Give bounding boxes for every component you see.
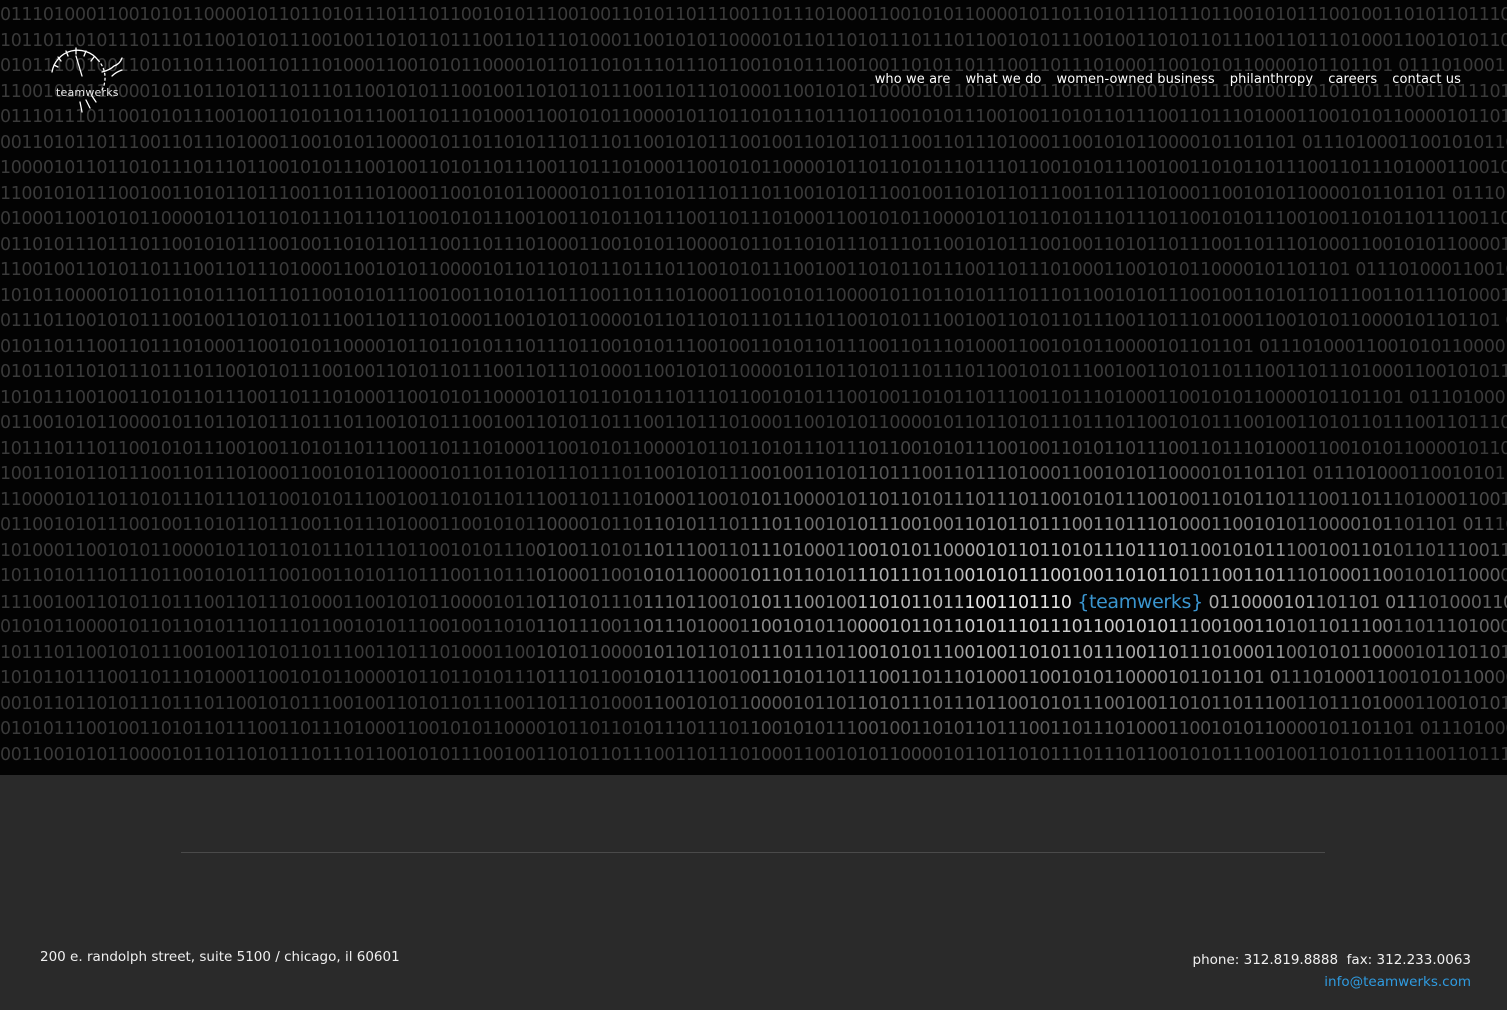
binary-row: 1100001011011010111011101100101011100100… bbox=[0, 489, 1507, 510]
binary-row: 1010110111001101110100011001010110000101… bbox=[0, 668, 1507, 688]
phone-number: phone: 312.819.8888 bbox=[1192, 952, 1339, 968]
footer-address: 200 e. randolph street, suite 5100 / chi… bbox=[40, 949, 400, 965]
main-navigation: who we are what we do women-owned busine… bbox=[875, 72, 1461, 87]
nav-what-we-do[interactable]: what we do bbox=[965, 72, 1041, 87]
binary-row: 0111010001100101011000010110110101110111… bbox=[0, 5, 1507, 25]
binary-row: 0111011001010111001001101011011100110111… bbox=[0, 311, 1507, 331]
phone-fax-line: phone: 312.819.8888 fax: 312.233.0063 bbox=[1193, 949, 1471, 971]
binary-row: 1100101011100100110101101110011011101000… bbox=[0, 183, 1507, 204]
binary-row: 0101011100100110101101110011011101000110… bbox=[0, 719, 1507, 739]
nav-women-owned-business[interactable]: women-owned business bbox=[1056, 72, 1214, 87]
binary-background: 0111010001100101011000010110110101110111… bbox=[0, 0, 1507, 775]
nav-philanthropy[interactable]: philanthropy bbox=[1230, 72, 1313, 87]
binary-row: 1110010011010110111001101110100011001010… bbox=[0, 590, 1507, 613]
binary-row: 1000010110110101110111011001010111001001… bbox=[0, 158, 1507, 178]
footer-contact: phone: 312.819.8888 fax: 312.233.0063 in… bbox=[1193, 949, 1471, 993]
binary-row: 1010110000101101101011101110110010101110… bbox=[0, 285, 1507, 306]
binary-row: 1010111001001101011011100110111010001100… bbox=[0, 387, 1507, 408]
binary-row: 0101011000010110110101110111011001010111… bbox=[0, 617, 1507, 637]
binary-row: 1100100110101101110011011101000110010101… bbox=[0, 260, 1507, 280]
nav-contact-us[interactable]: contact us bbox=[1392, 72, 1461, 87]
binary-row: 0101101110011011101000110010101100001011… bbox=[0, 336, 1507, 357]
brand-word: {teamwerks} bbox=[1071, 590, 1209, 613]
binary-row: 0111011101100101011100100110101101110011… bbox=[0, 107, 1507, 127]
binary-row: 1001101011011100110111010001100101011000… bbox=[0, 464, 1507, 484]
binary-row: 0011010110111001101110100011001010110000… bbox=[0, 132, 1507, 153]
binary-row: 0110101110111011001010111001001101011011… bbox=[0, 234, 1507, 255]
binary-row: 1011011010111011101100101011100100110101… bbox=[0, 30, 1507, 51]
binary-row: 0010110110101110111011001010111001001101… bbox=[0, 693, 1507, 714]
binary-row: 0011001010110000101101101011101110110010… bbox=[0, 744, 1507, 765]
binary-row: 1011101100101011100100110101101110011011… bbox=[0, 642, 1507, 663]
footer-divider bbox=[181, 852, 1325, 853]
nav-careers[interactable]: careers bbox=[1328, 72, 1377, 87]
stopwatch-icon bbox=[51, 47, 123, 113]
binary-row: 1010001100101011000010110110101110111011… bbox=[0, 540, 1507, 561]
binary-row: 0110010101100001011011010111011101100101… bbox=[0, 413, 1507, 433]
binary-row: 0101101101011101110110010101110010011010… bbox=[0, 362, 1507, 382]
binary-row: 1011101110110010101110010011010110111001… bbox=[0, 438, 1507, 459]
hero-section: 0111010001100101011000010110110101110111… bbox=[0, 0, 1507, 775]
email-link[interactable]: info@teamwerks.com bbox=[1324, 974, 1471, 990]
logo-text: teamwerks bbox=[56, 86, 119, 99]
fax-number: fax: 312.233.0063 bbox=[1346, 952, 1471, 968]
binary-row: 0110010101110010011010110111001101110100… bbox=[0, 515, 1507, 535]
binary-row: 0100011001010110000101101101011101110110… bbox=[0, 209, 1507, 229]
teamwerks-logo[interactable]: teamwerks bbox=[40, 42, 126, 118]
nav-who-we-are[interactable]: who we are bbox=[875, 72, 951, 87]
binary-row: 1011010111011101100101011100100110101101… bbox=[0, 566, 1507, 586]
